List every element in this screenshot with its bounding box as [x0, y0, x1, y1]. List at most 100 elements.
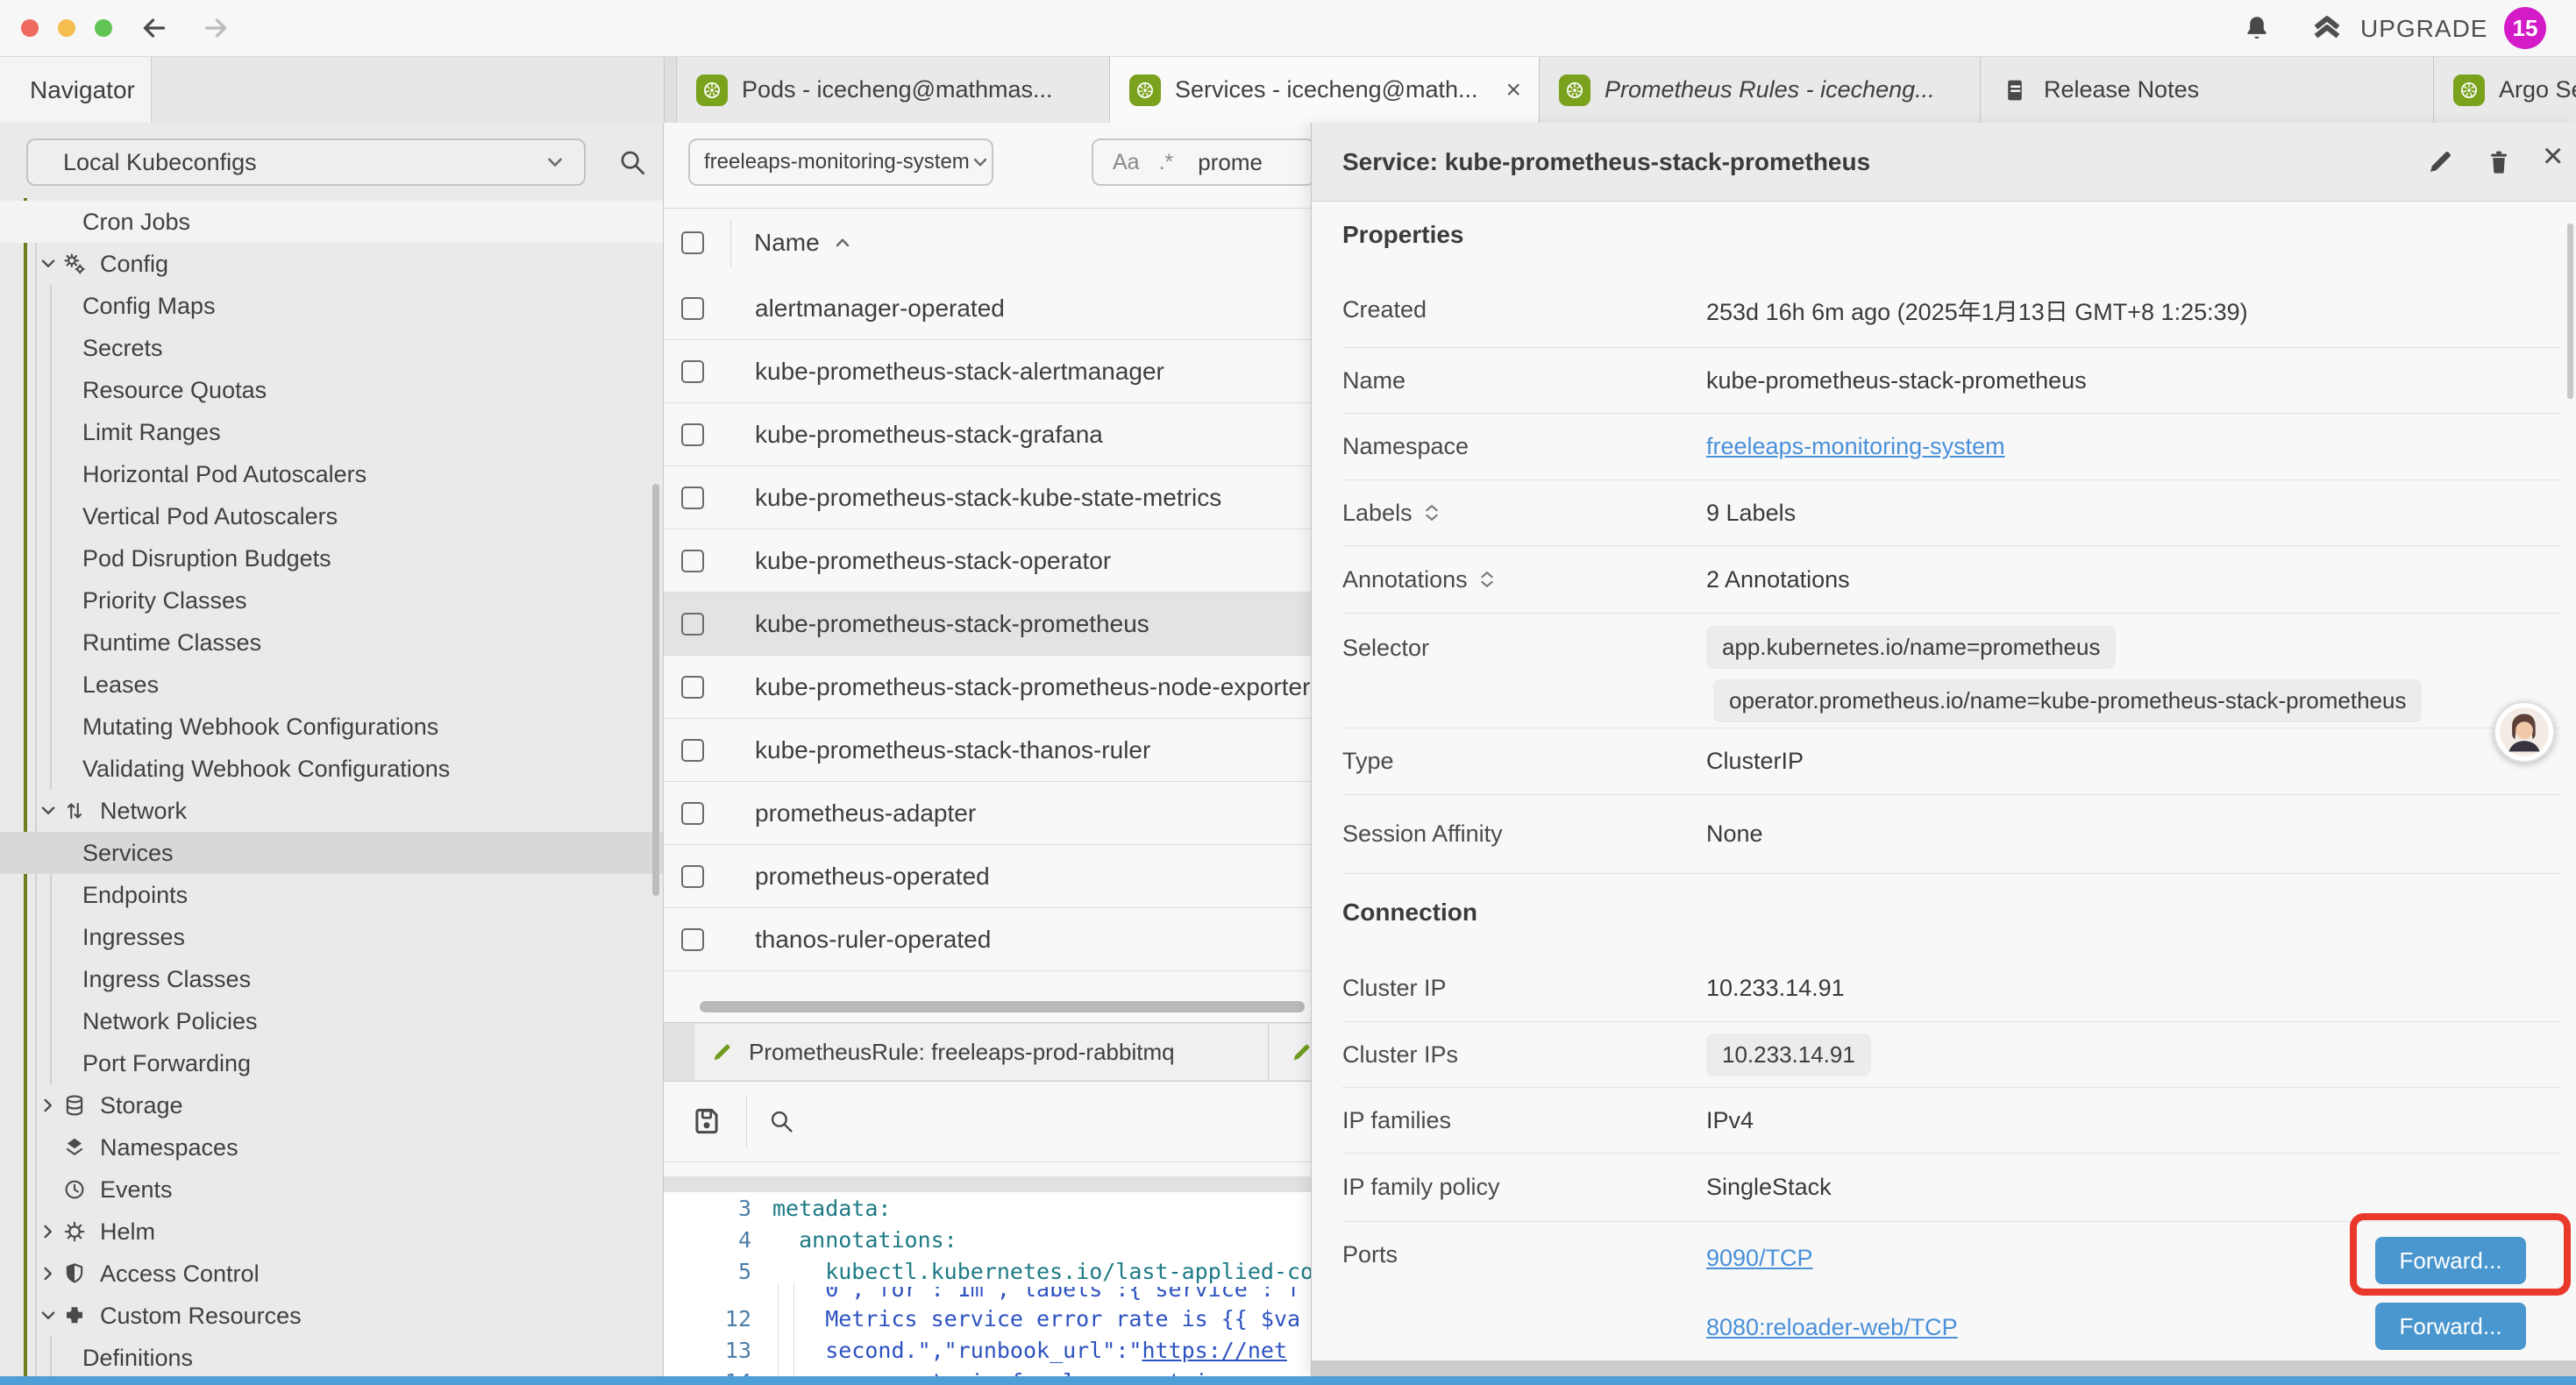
chevron-right-icon[interactable]	[35, 1264, 61, 1283]
select-all-checkbox[interactable]	[681, 231, 704, 254]
sidebar-item-resource-quotas[interactable]: Resource Quotas	[0, 369, 663, 411]
yaml-editor[interactable]: 3metadata: 4 annotations: 5 kubectl.kube…	[664, 1192, 1311, 1378]
kubeconfig-dropdown[interactable]: Local Kubeconfigs	[26, 138, 586, 186]
sidebar-item-priority-classes[interactable]: Priority Classes	[0, 579, 663, 621]
port-link[interactable]: 8080:reloader-web/TCP	[1706, 1314, 1958, 1341]
table-row[interactable]: kube-prometheus-stack-alertmanager	[664, 340, 1311, 403]
tab-services[interactable]: Services - icecheng@math... ×	[1110, 57, 1540, 123]
sidebar-item-pod-disruption-budgets[interactable]: Pod Disruption Budgets	[0, 537, 663, 579]
row-checkbox[interactable]	[681, 613, 704, 636]
sidebar-item-vertical-pod-autoscalers[interactable]: Vertical Pod Autoscalers	[0, 495, 663, 537]
sidebar-group-access-control[interactable]: Access Control	[0, 1253, 663, 1295]
row-checkbox[interactable]	[681, 487, 704, 509]
table-row[interactable]: kube-prometheus-stack-operator	[664, 529, 1311, 593]
property-value[interactable]: 9 Labels	[1706, 500, 1796, 527]
sidebar-item-endpoints[interactable]: Endpoints	[0, 874, 663, 916]
upgrade-icon[interactable]	[2309, 11, 2345, 46]
sidebar-item-ingress-classes[interactable]: Ingress Classes	[0, 958, 663, 1000]
chevron-right-icon[interactable]	[35, 1096, 61, 1115]
back-icon[interactable]	[139, 12, 170, 44]
trash-icon[interactable]	[2483, 146, 2515, 177]
tab-pods[interactable]: Pods - icecheng@mathmas...	[676, 57, 1110, 123]
editor-scroll-strip[interactable]	[664, 1176, 1311, 1192]
notification-count-badge[interactable]: 15	[2504, 7, 2546, 49]
sidebar-item-network-policies[interactable]: Network Policies	[0, 1000, 663, 1042]
table-row[interactable]: alertmanager-operated	[664, 277, 1311, 340]
namespace-dropdown[interactable]: freeleaps-monitoring-system	[688, 138, 993, 186]
notifications-bell-icon[interactable]	[2241, 12, 2273, 44]
table-row[interactable]: kube-prometheus-stack-grafana	[664, 403, 1311, 466]
table-row[interactable]: prometheus-adapter	[664, 782, 1311, 845]
sidebar-item-limit-ranges[interactable]: Limit Ranges	[0, 411, 663, 453]
chevron-down-icon[interactable]	[35, 801, 61, 820]
sidebar-item-secrets[interactable]: Secrets	[0, 327, 663, 369]
namespace-link[interactable]: freeleaps-monitoring-system	[1706, 433, 2005, 460]
property-value[interactable]: 2 Annotations	[1706, 566, 1850, 593]
expand-collapse-icon[interactable]	[1423, 502, 1441, 523]
sidebar-scrollbar[interactable]	[652, 484, 659, 896]
upgrade-label[interactable]: UPGRADE	[2360, 15, 2487, 43]
table-row[interactable]: prometheus-operated	[664, 845, 1311, 908]
name-column-header[interactable]: Name	[754, 229, 820, 257]
close-window-button[interactable]	[21, 19, 39, 37]
row-checkbox[interactable]	[681, 297, 704, 320]
table-row[interactable]: kube-prometheus-stack-thanos-ruler	[664, 719, 1311, 782]
sidebar-item-port-forwarding[interactable]: Port Forwarding	[0, 1042, 663, 1084]
tab-prometheus-rules[interactable]: Prometheus Rules - icecheng...	[1540, 57, 1981, 123]
sidebar-item-services[interactable]: Services	[0, 832, 663, 874]
row-checkbox[interactable]	[681, 676, 704, 699]
detail-vertical-scrollbar[interactable]	[2567, 224, 2573, 399]
tab-release-notes[interactable]: Release Notes	[1981, 57, 2434, 123]
minimize-window-button[interactable]	[58, 19, 75, 37]
sidebar-item-mutating-webhook-configurations[interactable]: Mutating Webhook Configurations	[0, 706, 663, 748]
row-checkbox[interactable]	[681, 928, 704, 951]
sidebar-group-storage[interactable]: Storage	[0, 1084, 663, 1126]
editor-tab-prometheusrule[interactable]: PrometheusRule: freeleaps-prod-rabbitmq	[694, 1024, 1269, 1080]
row-checkbox[interactable]	[681, 360, 704, 383]
sidebar-group-custom-resources[interactable]: Custom Resources	[0, 1295, 663, 1337]
match-case-toggle[interactable]: Aa	[1113, 150, 1140, 175]
sort-ascending-icon[interactable]	[832, 232, 853, 253]
sidebar-item-namespaces[interactable]: Namespaces	[0, 1126, 663, 1168]
edit-pencil-icon[interactable]	[2425, 146, 2457, 177]
sidebar-item-definitions[interactable]: Definitions	[0, 1337, 663, 1378]
forward-button[interactable]: Forward...	[2375, 1303, 2526, 1350]
regex-toggle[interactable]: .*	[1159, 150, 1174, 175]
editor-tab-partial[interactable]	[1269, 1024, 1311, 1080]
sidebar-group-network[interactable]: Network	[0, 790, 663, 832]
sidebar-item-cron-jobs[interactable]: Cron Jobs	[0, 201, 663, 243]
avatar[interactable]	[2494, 701, 2555, 763]
sidebar-item-ingresses[interactable]: Ingresses	[0, 916, 663, 958]
sidebar-group-config[interactable]: Config	[0, 243, 663, 285]
sidebar-item-validating-webhook-configurations[interactable]: Validating Webhook Configurations	[0, 748, 663, 790]
table-row[interactable]: thanos-ruler-operated	[664, 908, 1311, 971]
expand-collapse-icon[interactable]	[1478, 569, 1496, 590]
editor-search-icon[interactable]	[766, 1106, 796, 1136]
sidebar-group-helm[interactable]: Helm	[0, 1211, 663, 1253]
chevron-right-icon[interactable]	[35, 1222, 61, 1241]
filter-input[interactable]: Aa .* prome	[1092, 138, 1311, 186]
filter-query-text[interactable]: prome	[1198, 149, 1263, 176]
chevron-down-icon[interactable]	[35, 254, 61, 273]
chevron-down-icon[interactable]	[35, 1306, 61, 1325]
sidebar-item-config-maps[interactable]: Config Maps	[0, 285, 663, 327]
row-checkbox[interactable]	[681, 739, 704, 762]
save-icon[interactable]	[690, 1104, 723, 1138]
tab-argo[interactable]: Argo Se	[2434, 57, 2576, 123]
sidebar-item-leases[interactable]: Leases	[0, 664, 663, 706]
table-row[interactable]: kube-prometheus-stack-kube-state-metrics	[664, 466, 1311, 529]
port-link[interactable]: 9090/TCP	[1706, 1245, 1813, 1272]
detail-horizontal-scrollbar[interactable]	[1312, 1360, 2576, 1376]
sidebar-item-horizontal-pod-autoscalers[interactable]: Horizontal Pod Autoscalers	[0, 453, 663, 495]
tab-navigator[interactable]: Navigator	[0, 57, 152, 123]
sidebar-item-events[interactable]: Events	[0, 1168, 663, 1211]
zoom-window-button[interactable]	[95, 19, 112, 37]
forward-icon[interactable]	[200, 12, 231, 44]
close-panel-icon[interactable]: ×	[2543, 138, 2563, 174]
close-tab-icon[interactable]: ×	[1505, 75, 1521, 105]
row-checkbox[interactable]	[681, 423, 704, 446]
table-row[interactable]: kube-prometheus-stack-prometheus-node-ex…	[664, 656, 1311, 719]
horizontal-scrollbar[interactable]	[700, 1001, 1305, 1012]
row-checkbox[interactable]	[681, 802, 704, 825]
row-checkbox[interactable]	[681, 865, 704, 888]
